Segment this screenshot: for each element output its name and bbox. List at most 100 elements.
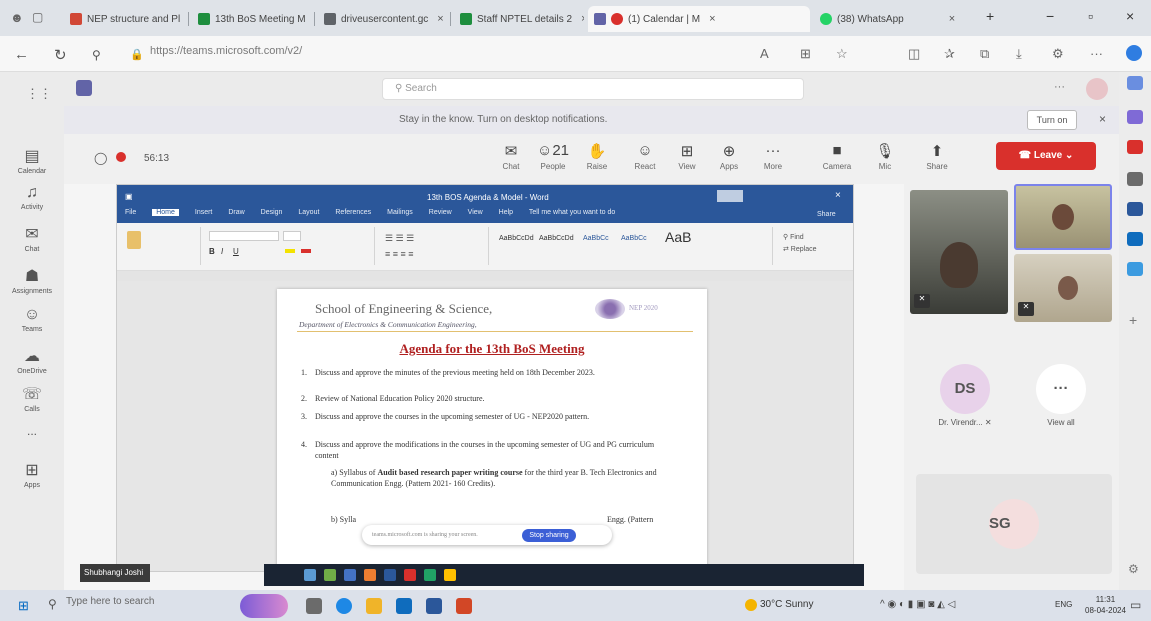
settings-more-icon[interactable]: ···: [1054, 81, 1065, 93]
highlight-icon[interactable]: [285, 249, 295, 253]
tab-home[interactable]: Home: [152, 209, 179, 216]
mail-icon[interactable]: [396, 598, 412, 614]
tab-review[interactable]: Review: [429, 209, 452, 216]
tell-me-input[interactable]: Tell me what you want to do: [529, 209, 615, 216]
browser-tab[interactable]: (38) WhatsApp ×: [814, 6, 964, 32]
style-no-spacing[interactable]: AaBbCcDd: [539, 235, 574, 242]
tab-draw[interactable]: Draw: [228, 209, 244, 216]
close-tab-icon[interactable]: ×: [581, 13, 584, 25]
rail-item-more[interactable]: ...: [0, 424, 64, 438]
tab-layout[interactable]: Layout: [298, 209, 319, 216]
close-tab-icon[interactable]: ×: [949, 13, 955, 25]
underline-icon[interactable]: U: [233, 247, 239, 256]
drop-icon[interactable]: [1127, 262, 1143, 276]
mic-button[interactable]: 🎙 Mic: [864, 142, 906, 171]
widget-icon[interactable]: [240, 594, 288, 618]
tab-mailings[interactable]: Mailings: [387, 209, 413, 216]
close-icon[interactable]: ×: [835, 190, 841, 201]
browser-tab-active[interactable]: (1) Calendar | M ×: [588, 6, 810, 32]
rail-item-assignments[interactable]: ☗ Assignments: [0, 266, 64, 295]
camera-button[interactable]: ■ Camera: [816, 142, 858, 171]
tab-view[interactable]: View: [468, 209, 483, 216]
replace-icon[interactable]: ⇄ Replace: [783, 245, 817, 253]
share-button[interactable]: ⬆ Share: [916, 142, 958, 171]
app-launcher-icon[interactable]: ⋮⋮: [26, 86, 52, 102]
apps-button[interactable]: ⊕ Apps: [708, 142, 750, 171]
back-icon[interactable]: ←: [14, 46, 29, 63]
view-all-button[interactable]: ··· View all: [1016, 364, 1106, 427]
avatar[interactable]: [1086, 78, 1108, 100]
minimize-icon[interactable]: −: [1046, 8, 1054, 24]
align-icon[interactable]: ≡ ≡ ≡ ≡: [385, 249, 414, 259]
save-icon[interactable]: ▣: [125, 192, 133, 201]
font-name-select[interactable]: [209, 231, 279, 241]
clock[interactable]: 11:31 08-04-2024: [1085, 594, 1126, 616]
edge-icon[interactable]: [336, 598, 352, 614]
tab-design[interactable]: Design: [261, 209, 283, 216]
font-size-select[interactable]: [283, 231, 301, 241]
split-screen-icon[interactable]: ◫: [908, 46, 920, 62]
close-icon[interactable]: ×: [1099, 112, 1106, 126]
find-icon[interactable]: ⚲ Find: [783, 233, 804, 241]
style-heading2[interactable]: AaBbCc: [621, 235, 647, 242]
font-color-icon[interactable]: [301, 249, 311, 253]
tab-references[interactable]: References: [335, 209, 371, 216]
apps-icon[interactable]: ⊞: [800, 46, 811, 62]
people-button[interactable]: ☺21 People: [532, 142, 574, 171]
task-view-icon[interactable]: [306, 598, 322, 614]
document-page[interactable]: School of Engineering & Science, Departm…: [277, 289, 707, 571]
read-aloud-icon[interactable]: A: [760, 46, 769, 61]
restore-icon[interactable]: ▫: [1088, 8, 1093, 24]
powerpoint-icon[interactable]: [456, 598, 472, 614]
paste-icon[interactable]: [127, 231, 141, 249]
participant-video[interactable]: ✕: [1014, 254, 1112, 322]
tab-insert[interactable]: Insert: [195, 209, 213, 216]
rail-item-onedrive[interactable]: ☁ OneDrive: [0, 346, 64, 375]
collections-icon[interactable]: ⧉: [980, 46, 989, 62]
extensions-icon[interactable]: ⚙: [1052, 46, 1064, 62]
refresh-icon[interactable]: ↻: [54, 46, 67, 64]
search-icon[interactable]: [1127, 76, 1143, 90]
tab-actions-icon[interactable]: ▢: [32, 10, 43, 24]
rail-item-calls[interactable]: ☏ Calls: [0, 384, 64, 413]
download-icon[interactable]: ⤓: [1016, 46, 1022, 62]
favorite-icon[interactable]: ☆: [836, 46, 848, 62]
turn-on-button[interactable]: Turn on: [1027, 110, 1077, 130]
new-tab-icon[interactable]: +: [986, 8, 994, 24]
chat-button[interactable]: ✉ Chat: [490, 142, 532, 171]
close-window-icon[interactable]: ×: [1126, 8, 1134, 24]
rail-item-chat[interactable]: ✉ Chat: [0, 224, 64, 253]
rail-item-calendar[interactable]: ▤ Calendar: [0, 146, 64, 175]
add-icon[interactable]: +: [1129, 312, 1137, 328]
tab-help[interactable]: Help: [499, 209, 513, 216]
word-icon[interactable]: [426, 598, 442, 614]
office-icon[interactable]: [1127, 202, 1143, 216]
notifications-icon[interactable]: ▭: [1130, 598, 1141, 612]
start-icon[interactable]: ⊞: [18, 598, 29, 614]
view-button[interactable]: ⊞ View: [666, 142, 708, 171]
browser-tab[interactable]: Staff NPTEL details 2 ×: [454, 6, 584, 32]
rail-item-apps[interactable]: ⊞ Apps: [0, 460, 64, 489]
favorites-icon[interactable]: ✰: [944, 46, 955, 62]
close-tab-icon[interactable]: ×: [437, 13, 443, 25]
shopping-icon[interactable]: [1127, 140, 1143, 154]
tools-icon[interactable]: [1127, 172, 1143, 186]
style-normal[interactable]: AaBbCcDd: [499, 235, 534, 242]
leave-button[interactable]: ☎ Leave ⌄: [996, 142, 1096, 170]
participant-video[interactable]: ✕: [910, 190, 1008, 314]
rail-item-teams[interactable]: ☺ Teams: [0, 306, 64, 333]
tab-file[interactable]: File: [125, 209, 136, 216]
close-tab-icon[interactable]: ×: [709, 13, 715, 25]
react-button[interactable]: ☺ React: [624, 142, 666, 171]
sign-in-button[interactable]: [717, 190, 743, 202]
outlook-icon[interactable]: [1127, 232, 1143, 246]
bold-icon[interactable]: B: [209, 247, 215, 256]
word-share-button[interactable]: Share: [817, 211, 836, 218]
browser-tab[interactable]: driveusercontent.gc ×: [318, 6, 446, 32]
rail-item-activity[interactable]: ♫ Activity: [0, 184, 64, 211]
language-indicator[interactable]: ENG: [1055, 600, 1072, 609]
style-heading1[interactable]: AaBbCc: [583, 235, 609, 242]
style-title[interactable]: AaB: [665, 229, 691, 245]
raise-hand-button[interactable]: ✋ Raise: [576, 142, 618, 171]
url-field[interactable]: https://teams.microsoft.com/v2/: [150, 45, 302, 57]
